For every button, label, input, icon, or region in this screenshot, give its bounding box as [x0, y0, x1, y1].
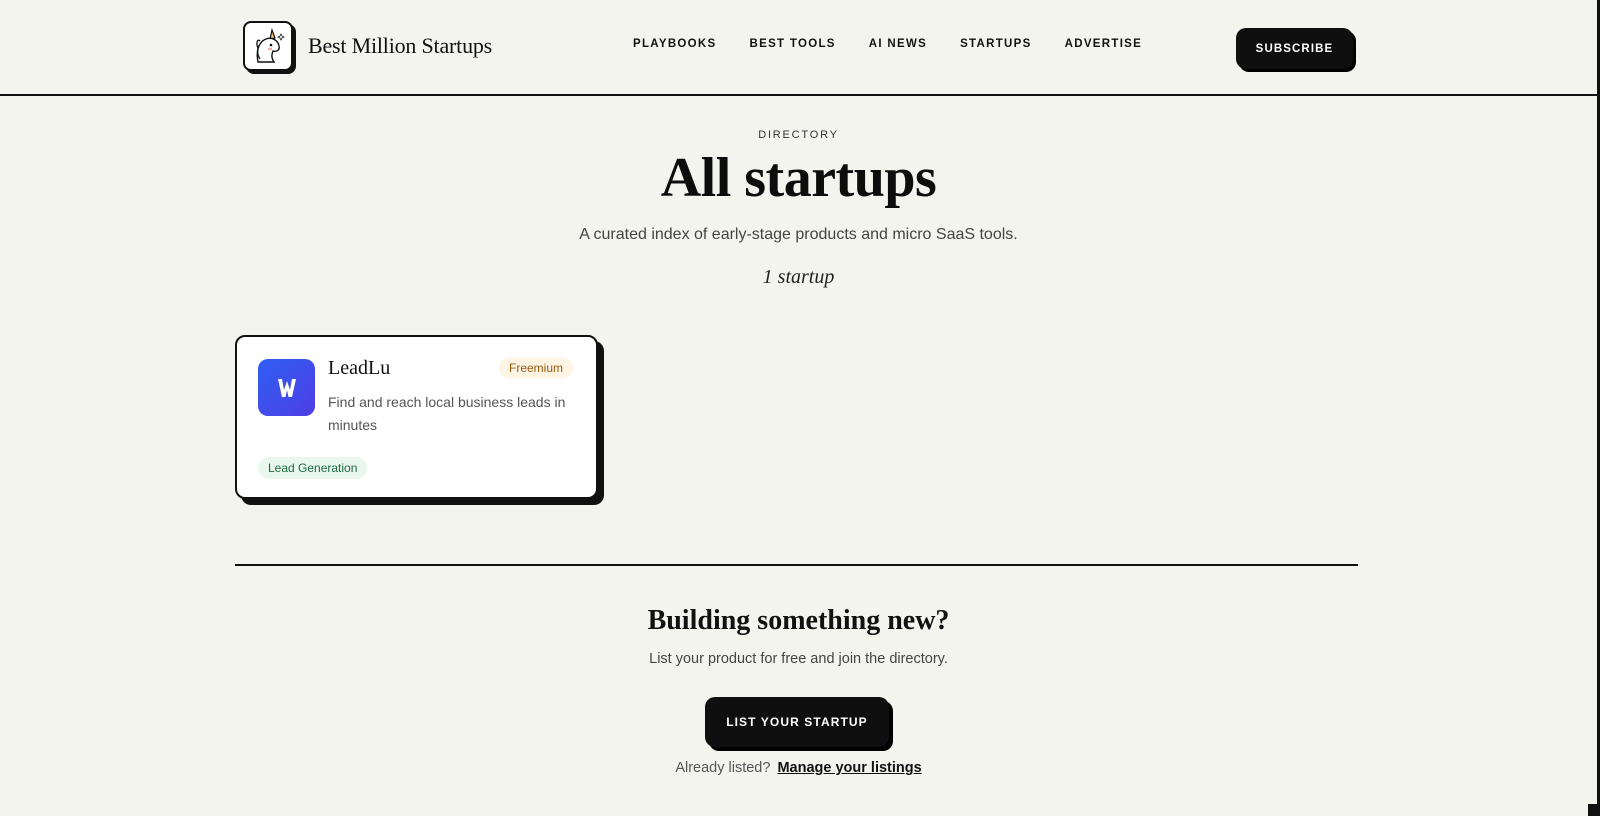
nav-item-ai-news[interactable]: AI NEWS	[869, 38, 927, 50]
startup-name: LeadLu	[328, 357, 391, 379]
nav-item-advertise[interactable]: ADVERTISE	[1065, 38, 1143, 50]
section-eyebrow: DIRECTORY	[758, 129, 839, 141]
page-title: All startups	[660, 147, 937, 209]
brand-name: Best Million Startups	[308, 33, 493, 58]
page-subtitle: A curated index of early-stage products …	[579, 226, 1018, 243]
leadlu-logo-icon	[258, 359, 315, 416]
already-listed-text: Already listed?	[675, 760, 771, 776]
unicorn-icon	[243, 21, 293, 71]
startup-card[interactable]: LeadLu Freemium Find and reach local bus…	[235, 335, 598, 499]
nav-item-playbooks[interactable]: PLAYBOOKS	[633, 38, 717, 50]
startup-description: Find and reach local business leads in m…	[328, 394, 566, 433]
section-divider	[235, 564, 1358, 566]
startup-count: 1 startup	[762, 266, 835, 288]
pricing-badge: Freemium	[499, 358, 574, 378]
manage-listings-link[interactable]: Manage your listings	[777, 760, 921, 776]
main-nav: PLAYBOOKS BEST TOOLS AI NEWS STARTUPS AD…	[633, 38, 1175, 50]
brand-link[interactable]: Best Million Startups	[243, 20, 492, 72]
nav-item-startups[interactable]: STARTUPS	[960, 38, 1032, 50]
subscribe-button[interactable]: SUBSCRIBE	[1236, 28, 1353, 69]
category-tag[interactable]: Lead Generation	[258, 457, 368, 479]
list-startup-button[interactable]: LIST YOUR STARTUP	[705, 697, 889, 747]
already-listed-line: Already listed? Manage your listings	[0, 760, 1597, 776]
window-frame-corner	[1588, 804, 1600, 816]
nav-item-best-tools[interactable]: BEST TOOLS	[750, 38, 836, 50]
site-header: Best Million Startups PLAYBOOKS BEST TOO…	[0, 0, 1597, 96]
cta-title: Building something new?	[647, 605, 950, 636]
cta-text: List your product for free and join the …	[649, 651, 948, 667]
